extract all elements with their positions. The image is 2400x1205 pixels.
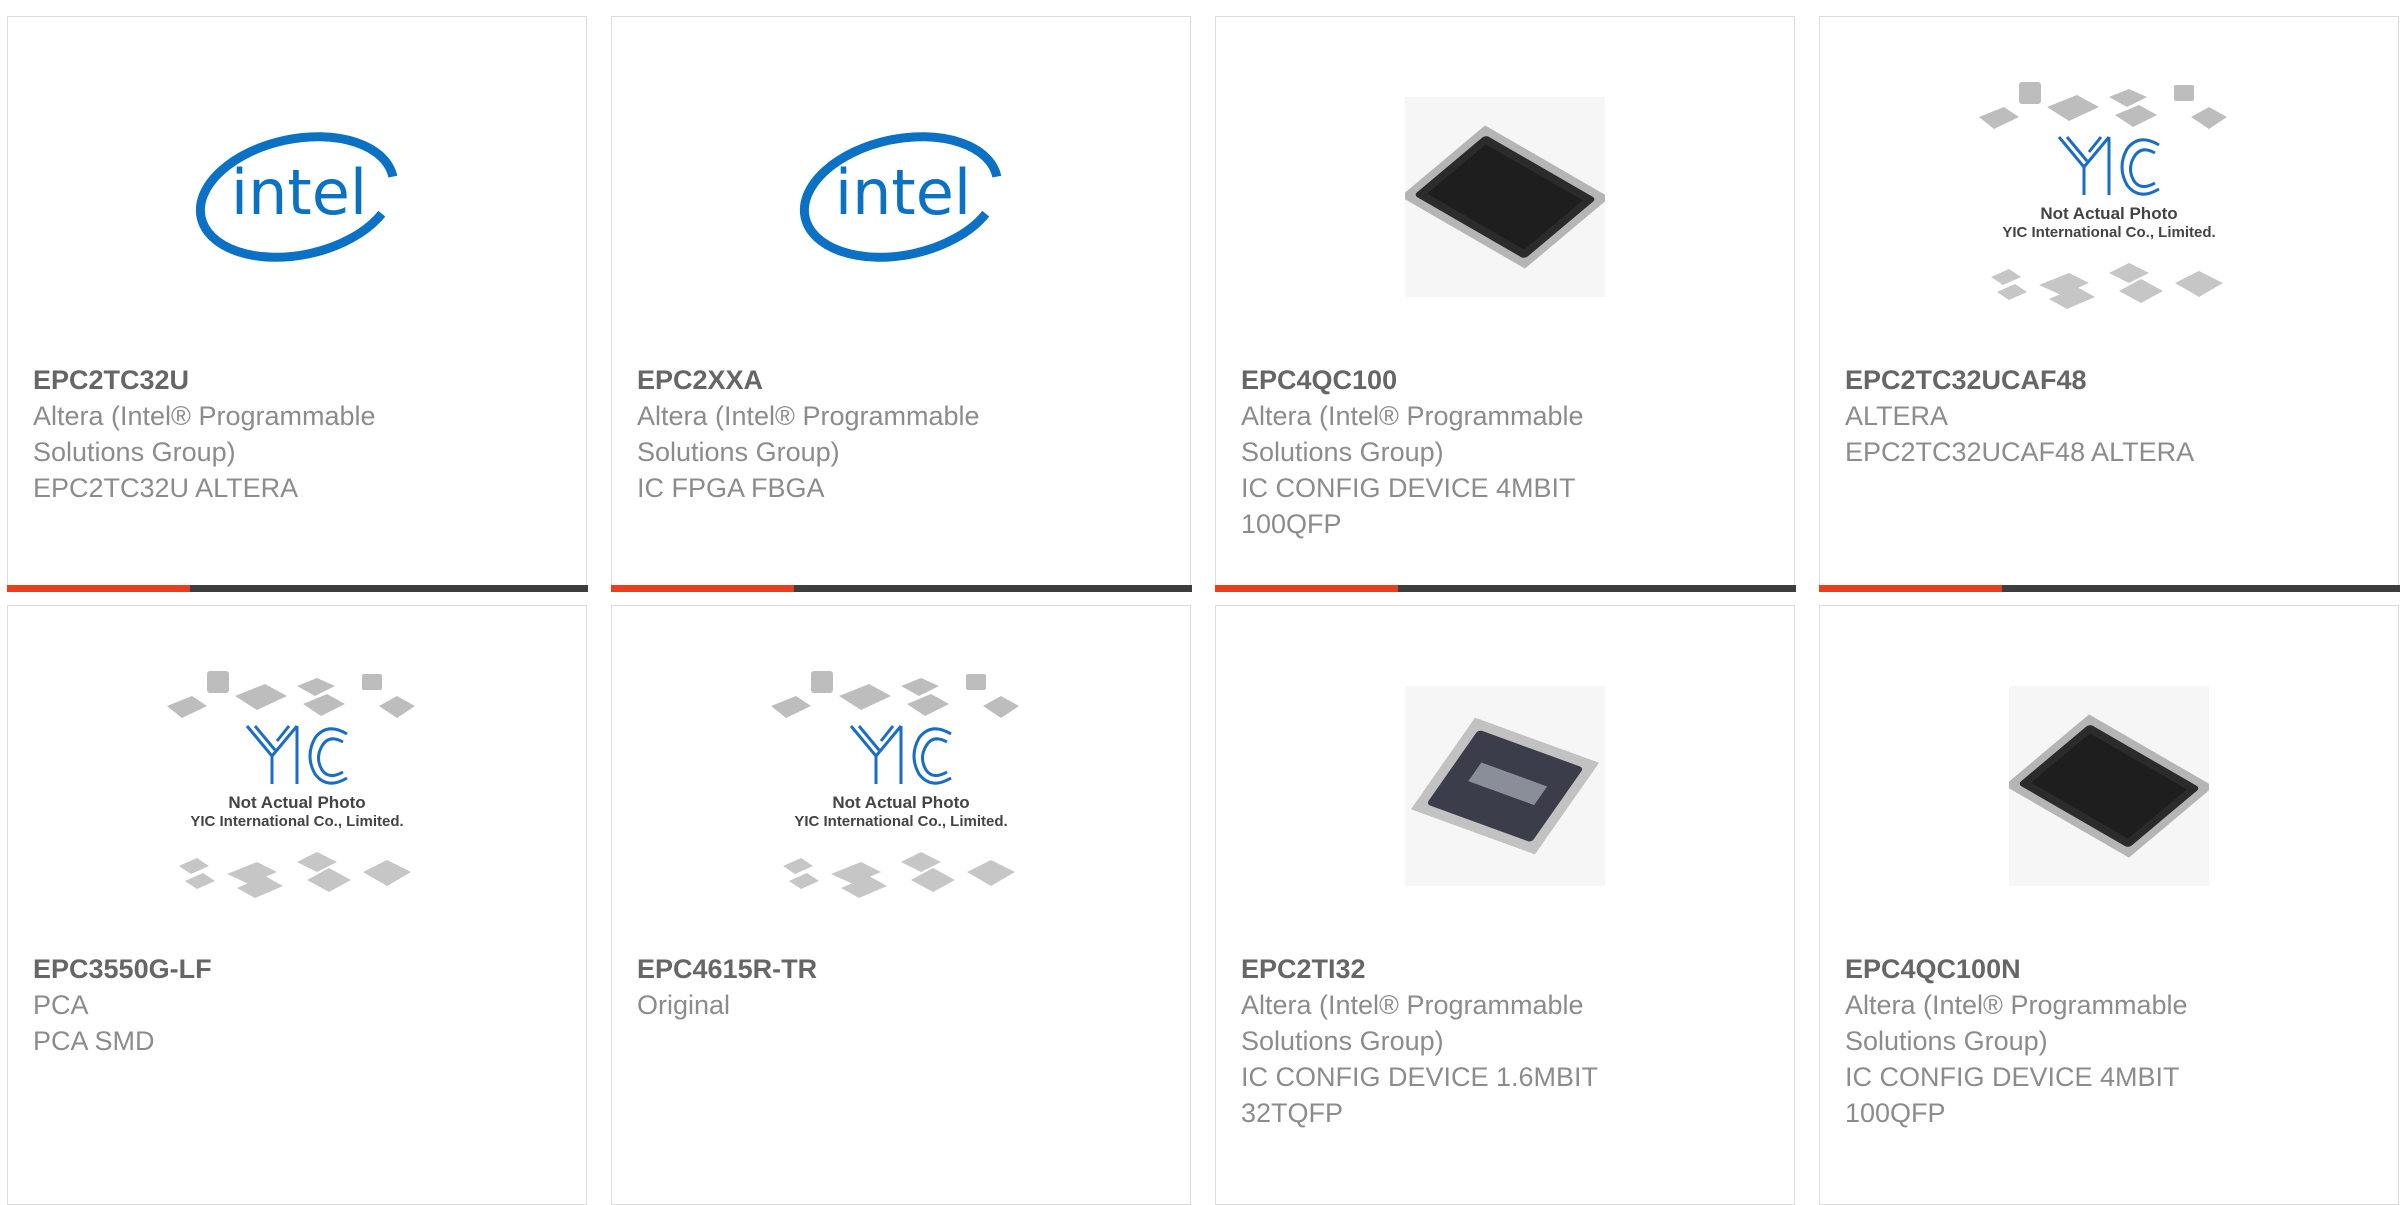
product-card[interactable]: intel EPC2XXA Altera (Intel® Programmabl… — [610, 16, 1192, 592]
part-number[interactable]: EPC3550G-LF — [33, 951, 453, 987]
card-bottom-bar — [1818, 584, 2400, 592]
manufacturer: ALTERA — [1845, 401, 1949, 431]
product-card[interactable]: Not Actual Photo YIC International Co., … — [1818, 16, 2400, 592]
product-card[interactable]: Not Actual Photo YIC International Co., … — [7, 605, 587, 1205]
part-number[interactable]: EPC2XXA — [637, 362, 1057, 398]
card-accent-bar — [610, 584, 794, 592]
product-image[interactable]: Not Actual Photo YIC International Co., … — [8, 656, 586, 916]
part-number[interactable]: EPC2TI32 — [1241, 951, 1661, 987]
part-number[interactable]: EPC4615R-TR — [637, 951, 1057, 987]
part-number[interactable]: EPC2TC32UCAF48 — [1845, 362, 2265, 398]
product-image[interactable] — [1216, 656, 1794, 916]
qfp-chip-icon — [2009, 686, 2209, 886]
product-grid: intel EPC2TC32U Altera (Intel® Programma… — [0, 0, 2400, 1205]
product-card[interactable]: Not Actual Photo YIC International Co., … — [611, 605, 1191, 1205]
intel-logo-icon: intel — [195, 132, 399, 262]
card-bottom-bar — [1214, 584, 1796, 592]
not-actual-photo-icon: Not Actual Photo YIC International Co., … — [771, 671, 1019, 898]
part-number[interactable]: EPC2TC32U — [33, 362, 453, 398]
product-card[interactable]: EPC4QC100 Altera (Intel® Programmable So… — [1214, 16, 1796, 592]
card-accent-bar — [1818, 584, 2002, 592]
description: IC CONFIG DEVICE 1.6MBIT 32TQFP — [1241, 1062, 1598, 1128]
svg-text:YIC International Co., Limited: YIC International Co., Limited. — [794, 813, 1007, 830]
manufacturer: Altera (Intel® Programmable Solutions Gr… — [637, 401, 980, 467]
svg-text:YIC International Co., Limited: YIC International Co., Limited. — [190, 813, 403, 830]
description: PCA SMD — [33, 1026, 155, 1056]
qfp-chip-icon — [1405, 97, 1605, 297]
svg-text:YIC International Co., Limited: YIC International Co., Limited. — [2002, 224, 2215, 241]
manufacturer: Altera (Intel® Programmable Solutions Gr… — [1241, 990, 1584, 1056]
product-card[interactable]: EPC2TI32 Altera (Intel® Programmable Sol… — [1215, 605, 1795, 1205]
card-bottom-bar — [610, 584, 1192, 592]
product-card[interactable]: EPC4QC100N Altera (Intel® Programmable S… — [1819, 605, 2399, 1205]
svg-text:intel: intel — [231, 156, 367, 229]
description: IC FPGA FBGA — [637, 473, 825, 503]
part-number[interactable]: EPC4QC100N — [1845, 951, 2265, 987]
product-image[interactable]: Not Actual Photo YIC International Co., … — [612, 656, 1190, 916]
svg-text:Not Actual Photo: Not Actual Photo — [832, 793, 969, 812]
manufacturer: PCA — [33, 990, 89, 1020]
card-accent-bar — [1214, 584, 1398, 592]
description: IC CONFIG DEVICE 4MBIT 100QFP — [1241, 473, 1576, 539]
intel-logo-icon: intel — [799, 132, 1003, 262]
product-image[interactable]: intel — [612, 67, 1190, 327]
card-accent-bar — [6, 584, 190, 592]
manufacturer: Original — [637, 990, 731, 1020]
product-image[interactable]: intel — [8, 67, 586, 327]
product-image[interactable] — [1820, 656, 2398, 916]
not-actual-photo-icon: Not Actual Photo YIC International Co., … — [1979, 82, 2227, 309]
manufacturer: Altera (Intel® Programmable Solutions Gr… — [1845, 990, 2188, 1056]
description: EPC2TC32UCAF48 ALTERA — [1845, 437, 2195, 467]
svg-text:Not Actual Photo: Not Actual Photo — [228, 793, 365, 812]
tqfp-chip-icon — [1405, 686, 1605, 886]
manufacturer: Altera (Intel® Programmable Solutions Gr… — [33, 401, 376, 467]
description: EPC2TC32U ALTERA — [33, 473, 299, 503]
product-card[interactable]: intel EPC2TC32U Altera (Intel® Programma… — [6, 16, 588, 592]
description: IC CONFIG DEVICE 4MBIT 100QFP — [1845, 1062, 2180, 1128]
part-number[interactable]: EPC4QC100 — [1241, 362, 1661, 398]
not-actual-photo-icon: Not Actual Photo YIC International Co., … — [167, 671, 415, 898]
manufacturer: Altera (Intel® Programmable Solutions Gr… — [1241, 401, 1584, 467]
product-image[interactable]: Not Actual Photo YIC International Co., … — [1820, 67, 2398, 327]
svg-text:intel: intel — [835, 156, 971, 229]
card-bottom-bar — [6, 584, 588, 592]
product-image[interactable] — [1216, 67, 1794, 327]
svg-text:Not Actual Photo: Not Actual Photo — [2040, 204, 2177, 223]
